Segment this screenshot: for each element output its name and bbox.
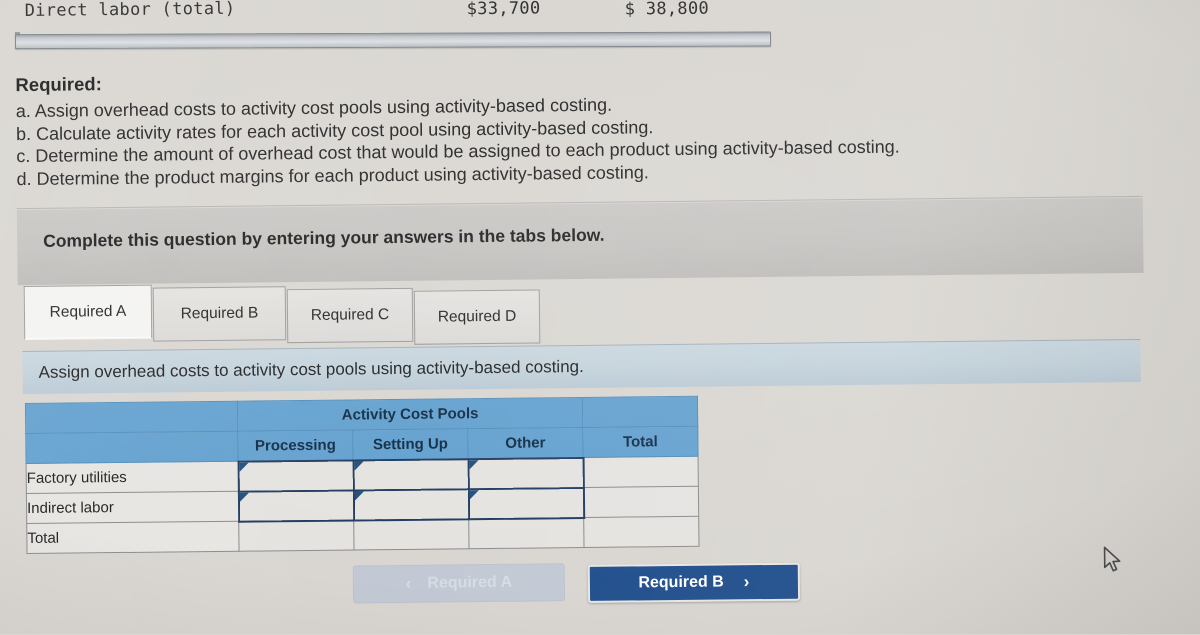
header-processing: Processing <box>237 429 354 462</box>
tab-required-c[interactable]: Required C <box>286 287 414 344</box>
input-factory-utilities-processing[interactable] <box>238 459 354 492</box>
header-setting-up: Setting Up <box>352 428 469 460</box>
header-total: Total <box>582 426 699 458</box>
value-total-other <box>468 517 585 549</box>
requirement-tabs: Required A Required B Required C Require… <box>23 284 541 346</box>
row-label-total: Total <box>26 521 240 554</box>
tab-required-a-label: Required A <box>49 302 127 321</box>
complete-question-banner: Complete this question by entering your … <box>16 195 1144 286</box>
activity-cost-pools-table: Activity Cost Pools Processing Setting U… <box>25 396 700 554</box>
value-factory-utilities-total <box>583 456 699 488</box>
header-activity-cost-pools: Activity Cost Pools <box>237 397 583 432</box>
input-indirect-labor-processing[interactable] <box>238 489 354 522</box>
value-indirect-labor-total <box>583 486 699 518</box>
value-total-setting-up <box>353 518 470 550</box>
tab-navigation-buttons: ‹ Required A Required B › <box>3 550 1200 613</box>
value-total-processing <box>238 519 355 552</box>
next-requirement-button[interactable]: Required B › <box>587 562 801 603</box>
table-row: Total <box>26 516 700 554</box>
direct-labor-value-1: $33,700 <box>466 0 541 20</box>
input-factory-utilities-setting-up[interactable] <box>353 458 469 490</box>
header-spacer-cell <box>25 401 238 434</box>
tab-required-d-label: Required D <box>437 307 517 326</box>
horizontal-scrollbar[interactable] <box>14 31 772 50</box>
row-label-factory-utilities: Factory utilities <box>26 461 239 494</box>
value-total-total <box>583 516 700 548</box>
chevron-left-icon: ‹ <box>405 573 412 593</box>
mouse-cursor-icon <box>1103 546 1121 572</box>
header-row-label-blank <box>25 431 239 464</box>
assign-instruction-text: Assign overhead costs to activity cost p… <box>38 356 584 382</box>
previous-requirement-label: Required A <box>427 573 513 592</box>
tab-required-c-label: Required C <box>310 306 390 324</box>
header-total-spacer <box>582 396 698 428</box>
direct-labor-value-2: $ 38,800 <box>624 0 710 20</box>
input-indirect-labor-setting-up[interactable] <box>353 488 469 520</box>
input-factory-utilities-other[interactable] <box>468 457 584 489</box>
previous-requirement-button[interactable]: ‹ Required A <box>352 563 566 604</box>
header-other: Other <box>467 427 584 459</box>
required-section: Required: a. Assign overhead costs to ac… <box>15 61 1116 191</box>
input-indirect-labor-other[interactable] <box>468 487 584 519</box>
top-fragment-row: Direct labor (total) $33,700 $ 38,800 <box>0 0 1197 31</box>
tab-required-b[interactable]: Required B <box>152 286 287 342</box>
assign-instruction-banner: Assign overhead costs to activity cost p… <box>22 338 1141 395</box>
row-label-indirect-labor: Indirect labor <box>26 491 239 524</box>
direct-labor-label: Direct labor (total) <box>24 0 236 22</box>
next-requirement-label: Required B <box>638 573 724 592</box>
tab-required-a[interactable]: Required A <box>23 284 153 341</box>
complete-question-text: Complete this question by entering your … <box>43 224 605 251</box>
tab-required-b-label: Required B <box>180 304 259 323</box>
chevron-right-icon: › <box>743 572 750 592</box>
tab-required-d[interactable]: Required D <box>413 289 541 345</box>
